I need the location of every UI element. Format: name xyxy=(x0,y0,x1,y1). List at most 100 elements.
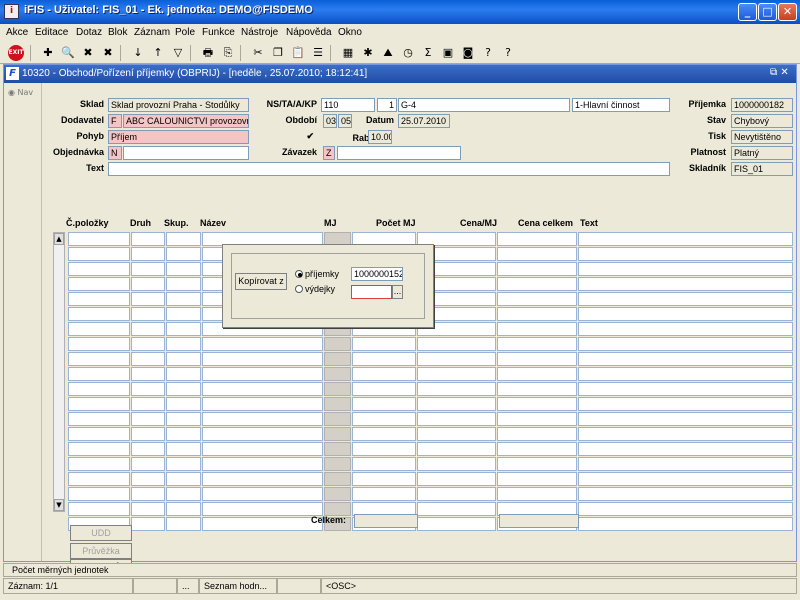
cell-skup[interactable] xyxy=(166,307,201,321)
cell-skup[interactable] xyxy=(166,262,201,276)
radio-prijemky[interactable]: příjemky xyxy=(295,269,339,279)
cell-mj[interactable] xyxy=(324,397,351,411)
cell-cena-celkem[interactable] xyxy=(497,247,577,261)
cell-pocet-mj[interactable] xyxy=(352,457,416,471)
cell-cena-mj[interactable] xyxy=(417,427,496,441)
cell-polozka[interactable] xyxy=(68,472,130,486)
cell-nazev[interactable] xyxy=(202,472,323,486)
cell-skup[interactable] xyxy=(166,472,201,486)
cell-text[interactable] xyxy=(578,457,793,471)
cell-skup[interactable] xyxy=(166,277,201,291)
cell-cena-celkem[interactable] xyxy=(497,412,577,426)
cell-pocet-mj[interactable] xyxy=(352,427,416,441)
objednavka-flag-field[interactable]: N xyxy=(108,146,122,160)
delete-all-icon[interactable]: ✖ xyxy=(100,45,116,61)
dialog-vydejka-field[interactable] xyxy=(351,285,392,299)
save-icon[interactable]: ✚ xyxy=(40,45,56,61)
cell-cena-mj[interactable] xyxy=(417,367,496,381)
copy-icon[interactable]: ❐ xyxy=(270,45,286,61)
exit-icon[interactable]: EXIT xyxy=(8,45,24,61)
cell-text[interactable] xyxy=(578,502,793,516)
dialog-prijemka-field[interactable]: 1000000152 xyxy=(351,267,403,281)
cell-skup[interactable] xyxy=(166,382,201,396)
cell-text[interactable] xyxy=(578,397,793,411)
cell-text[interactable] xyxy=(578,472,793,486)
dodavatel-field[interactable]: ABC CALOUNICTVI provozovna xyxy=(123,114,249,128)
cell-nazev[interactable] xyxy=(202,457,323,471)
close-button[interactable]: ✕ xyxy=(778,3,797,21)
cell-cena-mj[interactable] xyxy=(417,502,496,516)
cell-druh[interactable] xyxy=(131,367,165,381)
cell-text[interactable] xyxy=(578,277,793,291)
cell-text[interactable] xyxy=(578,322,793,336)
celkem-pocet-field[interactable] xyxy=(354,514,418,528)
cell-cena-mj[interactable] xyxy=(417,337,496,351)
cell-text[interactable] xyxy=(578,292,793,306)
cell-text[interactable] xyxy=(578,247,793,261)
cell-skup[interactable] xyxy=(166,487,201,501)
cell-skup[interactable] xyxy=(166,367,201,381)
cell-nazev[interactable] xyxy=(202,367,323,381)
cell-druh[interactable] xyxy=(131,307,165,321)
lov-button[interactable]: ... xyxy=(392,285,403,299)
obdobi-period-field[interactable]: 05 xyxy=(338,114,352,128)
celkem-cena-field[interactable] xyxy=(499,514,579,528)
cell-druh[interactable] xyxy=(131,457,165,471)
cell-polozka[interactable] xyxy=(68,397,130,411)
cell-pocet-mj[interactable] xyxy=(352,367,416,381)
menu-zaznam[interactable]: Záznam xyxy=(134,27,170,38)
cell-cena-celkem[interactable] xyxy=(497,262,577,276)
cell-polozka[interactable] xyxy=(68,502,130,516)
cell-cena-mj[interactable] xyxy=(417,487,496,501)
cell-nazev[interactable] xyxy=(202,442,323,456)
cell-pocet-mj[interactable] xyxy=(352,352,416,366)
cell-text[interactable] xyxy=(578,352,793,366)
cell-skup[interactable] xyxy=(166,322,201,336)
cell-cena-celkem[interactable] xyxy=(497,292,577,306)
cell-druh[interactable] xyxy=(131,247,165,261)
cell-text[interactable] xyxy=(578,442,793,456)
cell-text[interactable] xyxy=(578,307,793,321)
cell-polozka[interactable] xyxy=(68,412,130,426)
cell-druh[interactable] xyxy=(131,352,165,366)
cell-druh[interactable] xyxy=(131,427,165,441)
text-field[interactable] xyxy=(108,162,670,176)
cloud-icon[interactable]: ⛰ xyxy=(380,45,396,61)
cell-druh[interactable] xyxy=(131,442,165,456)
export-icon[interactable]: ⎘ xyxy=(220,45,236,61)
grid-scrollbar[interactable]: ▲ ▼ xyxy=(53,232,65,512)
cell-mj[interactable] xyxy=(324,412,351,426)
cut-icon[interactable]: ✂ xyxy=(250,45,266,61)
cell-pocet-mj[interactable] xyxy=(352,412,416,426)
platnost-field[interactable]: Platný xyxy=(731,146,793,160)
cell-druh[interactable] xyxy=(131,262,165,276)
cell-polozka[interactable] xyxy=(68,292,130,306)
cell-mj[interactable] xyxy=(324,487,351,501)
datum-field[interactable]: 25.07.2010 xyxy=(398,114,450,128)
cell-nazev[interactable] xyxy=(202,337,323,351)
cell-polozka[interactable] xyxy=(68,352,130,366)
help-icon[interactable]: ? xyxy=(480,45,496,61)
cell-polozka[interactable] xyxy=(68,382,130,396)
cell-cena-mj[interactable] xyxy=(417,457,496,471)
kp-field[interactable]: 1-Hlavní činnost xyxy=(572,98,670,112)
star-icon[interactable]: ✱ xyxy=(360,45,376,61)
cell-pocet-mj[interactable] xyxy=(352,337,416,351)
dodavatel-flag-field[interactable]: F xyxy=(108,114,122,128)
cell-polozka[interactable] xyxy=(68,427,130,441)
cell-pocet-mj[interactable] xyxy=(352,382,416,396)
cell-druh[interactable] xyxy=(131,502,165,516)
pruvodka-button[interactable]: Průvěžka xyxy=(70,543,132,559)
maximize-button[interactable]: □ xyxy=(758,3,777,21)
cell-cena-celkem[interactable] xyxy=(497,472,577,486)
menu-funkce[interactable]: Funkce xyxy=(202,27,235,38)
cell-text[interactable] xyxy=(578,262,793,276)
cell-cena-celkem[interactable] xyxy=(497,487,577,501)
cell-pocet-mj[interactable] xyxy=(352,397,416,411)
prijemka-field[interactable]: 1000000182 xyxy=(731,98,793,112)
menu-editace[interactable]: Editace xyxy=(35,27,68,38)
cell-polozka[interactable] xyxy=(68,307,130,321)
cell-cena-celkem[interactable] xyxy=(497,277,577,291)
menu-dotaz[interactable]: Dotaz xyxy=(76,27,102,38)
cell-skup[interactable] xyxy=(166,427,201,441)
